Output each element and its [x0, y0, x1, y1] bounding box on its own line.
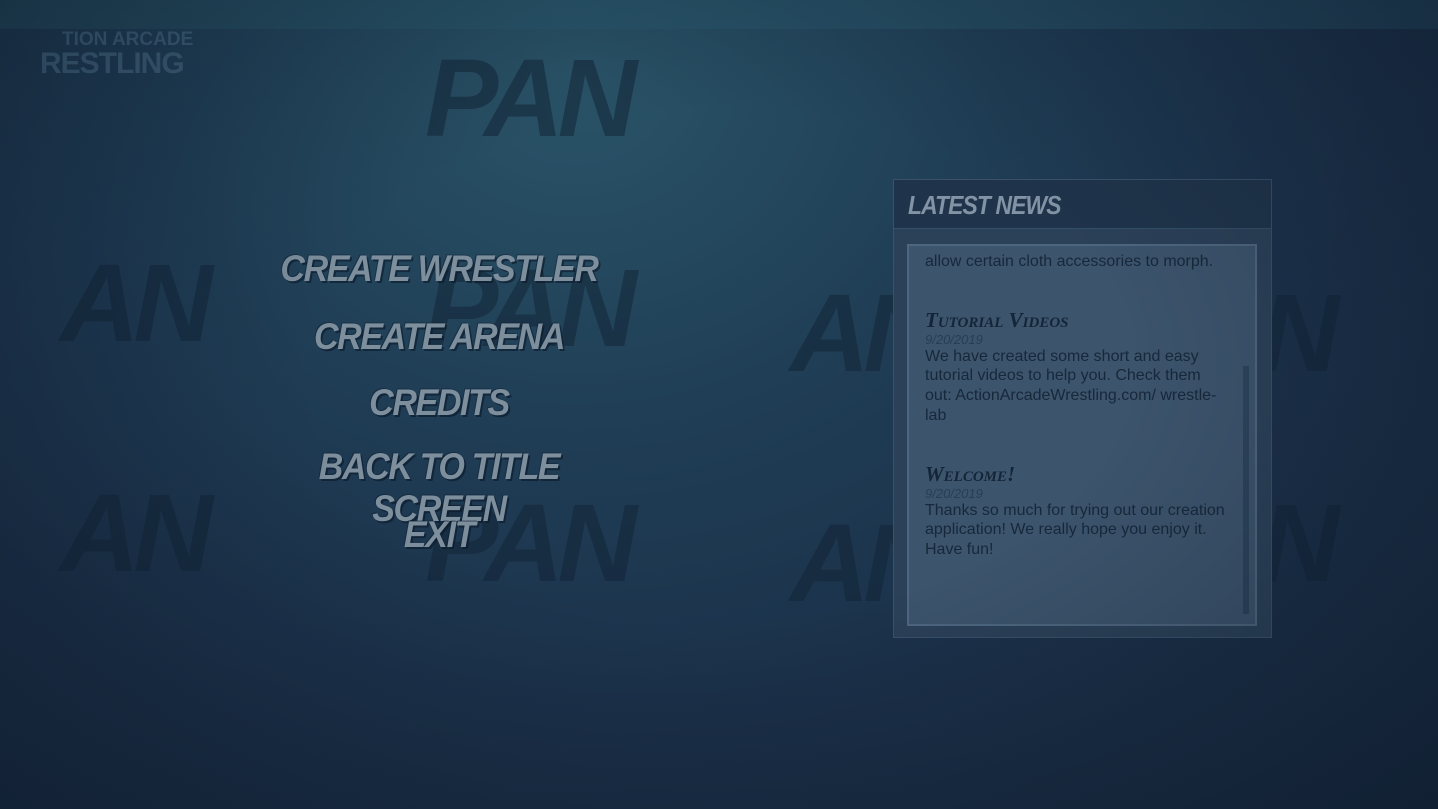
news-panel-title: Latest News: [908, 190, 1061, 220]
news-entry-title: Tutorial Videos: [925, 307, 1069, 332]
news-entry-date: 9/20/2019: [925, 331, 983, 347]
news-entry-title: Welcome!: [925, 461, 1016, 486]
news-partial-text: allow certain cloth accessories to morph…: [925, 253, 1214, 270]
news-entry-body: Thanks so much for trying out our creati…: [925, 501, 1225, 558]
credits-button[interactable]: Credits: [255, 382, 623, 424]
news-entry-date: 9/20/2019: [925, 485, 983, 501]
news-scroll-content: allow certain cloth accessories to morph…: [925, 246, 1230, 560]
news-header: Latest News: [894, 180, 1271, 229]
news-entry: Tutorial Videos 9/20/2019 We have create…: [925, 308, 1230, 426]
news-entry-body: We have created some short and easy tuto…: [925, 347, 1217, 424]
latest-news-panel: Latest News allow certain cloth accessor…: [893, 179, 1272, 638]
create-wrestler-button[interactable]: Create Wrestler: [255, 248, 623, 290]
exit-button[interactable]: Exit: [255, 514, 623, 556]
news-scrollbar[interactable]: [1243, 366, 1249, 614]
top-bar: [0, 0, 1438, 29]
news-entry: Welcome! 9/20/2019 Thanks so much for tr…: [925, 462, 1230, 560]
background-decoration: AN: [60, 242, 213, 365]
background-decoration: AN: [60, 472, 213, 595]
background-decoration: PAN: [425, 37, 637, 160]
logo-line-2: RESTLING: [40, 47, 185, 80]
news-feed[interactable]: allow certain cloth accessories to morph…: [907, 244, 1257, 626]
create-arena-button[interactable]: Create Arena: [255, 316, 623, 358]
app-logo: TION ARCADE RESTLING: [40, 30, 193, 79]
